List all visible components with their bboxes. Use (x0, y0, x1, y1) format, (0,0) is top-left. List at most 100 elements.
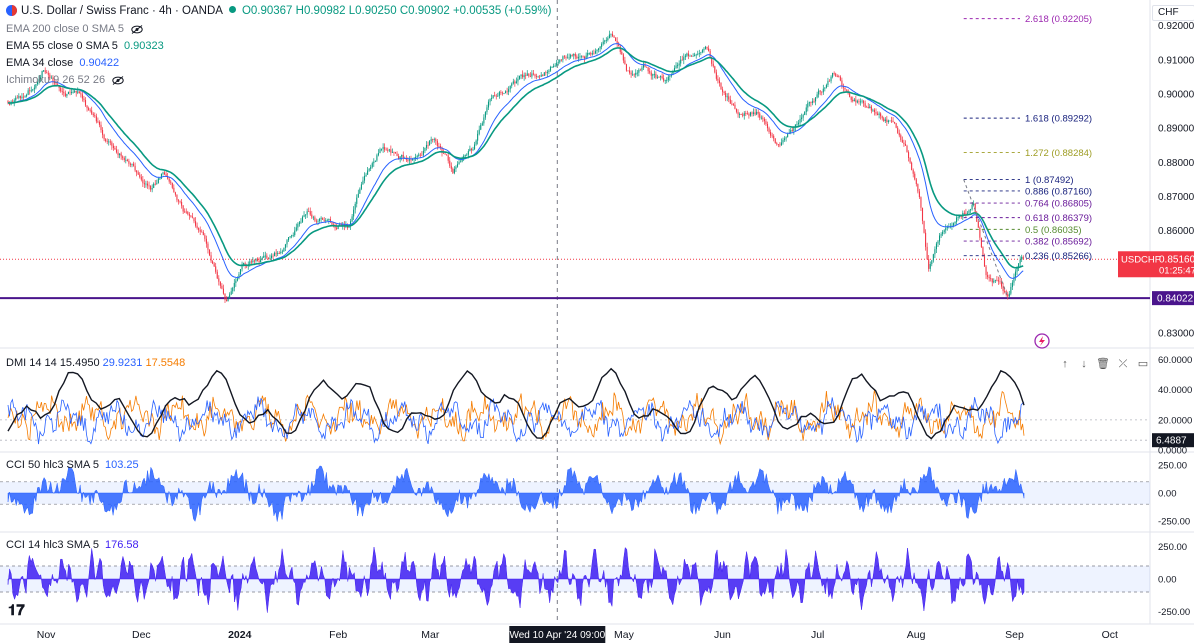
candle-body (779, 144, 781, 146)
candle-body (858, 101, 860, 103)
candle-body (604, 40, 606, 42)
candle-body (64, 93, 66, 96)
chart-canvas[interactable]: 0.92000 0.91000 0.90000 0.89000 0.88000 0.870… (0, 0, 1194, 643)
candle-body (765, 121, 767, 125)
candle-body (320, 217, 322, 219)
candle-body (729, 99, 731, 104)
delete-pane-icon[interactable]: 🗑 (1096, 357, 1110, 371)
candle-body (571, 55, 573, 56)
candle-body (370, 166, 372, 169)
candle-body (982, 247, 984, 257)
support-price-label: 0.84022 (1157, 294, 1194, 305)
dmi-legend[interactable]: DMI 14 14 15.4950 29.9231 17.5548 (6, 356, 185, 371)
candle-body (875, 112, 877, 114)
candle-body (312, 217, 314, 219)
candle-body (179, 201, 181, 203)
candle-body (212, 261, 214, 264)
candle-body (438, 145, 440, 147)
candle-body (512, 81, 514, 84)
candle-body (472, 149, 474, 151)
candle-body (281, 251, 283, 253)
legend-ema200[interactable]: EMA 200 close 0 SMA 5 (6, 22, 143, 37)
candle-body (514, 81, 516, 84)
candle-body (359, 188, 361, 194)
candle-body (591, 53, 593, 55)
candle-body (503, 93, 505, 94)
candle-body (106, 141, 108, 142)
candle-body (641, 67, 643, 71)
currency-selector[interactable]: CHF (1152, 5, 1194, 21)
candle-body (952, 223, 955, 226)
candle-body (526, 73, 528, 76)
candle-body (796, 124, 798, 125)
move-down-icon[interactable]: ↓ (1077, 357, 1091, 371)
legend-ema55[interactable]: EMA 55 close 0 SMA 5 0.90323 (6, 39, 164, 54)
cci14-tick-label: 250.00 (1158, 542, 1187, 553)
candle-body (828, 80, 831, 82)
candle-body (918, 191, 920, 198)
legend-ichimoku[interactable]: Ichimoku 9 26 52 26 (6, 73, 124, 88)
candle-body (298, 222, 300, 225)
candle-body (323, 219, 325, 221)
candle-body (84, 100, 87, 106)
candle-body (469, 148, 471, 152)
candle-body (621, 51, 623, 55)
candle-body (650, 72, 652, 76)
candle-body (446, 154, 448, 156)
hidden-eye-icon[interactable] (131, 24, 143, 34)
candle-body (213, 263, 215, 267)
fib-level-label: 0.886 (0.87160) (1025, 186, 1092, 197)
candle-body (983, 256, 986, 267)
collapse-pane-icon[interactable]: ⤫ (1116, 357, 1130, 371)
candle-body (365, 174, 367, 176)
cci50-legend[interactable]: CCI 50 hlc3 SMA 5 103.25 (6, 458, 139, 473)
maximize-pane-icon[interactable]: ▭ (1136, 357, 1150, 371)
candle-body (656, 76, 658, 78)
candle-body (306, 211, 308, 215)
candle-body (740, 114, 742, 115)
candle-body (573, 54, 575, 56)
candle-body (917, 184, 919, 192)
legend-ema34[interactable]: EMA 34 close 0.90422 (6, 56, 119, 71)
candle-body (376, 155, 378, 161)
candle-body (407, 159, 409, 161)
time-tick-label: Feb (329, 629, 347, 641)
candle-body (863, 100, 865, 104)
candle-body (968, 210, 970, 213)
dmi-plus-line (7, 396, 1025, 445)
candle-body (379, 149, 381, 154)
candle-body (458, 162, 460, 165)
candle-body (373, 161, 375, 164)
candle-body (666, 80, 668, 81)
candle-body (912, 169, 914, 174)
symbol-legend[interactable]: U.S. Dollar / Swiss Franc · 4h · OANDA O0… (6, 4, 551, 19)
candle-body (181, 201, 183, 206)
hidden-eye-icon[interactable] (112, 75, 124, 85)
candle-body (853, 99, 855, 102)
candle-body (267, 257, 269, 259)
candle-body (658, 76, 660, 78)
cci14-legend[interactable]: CCI 14 hlc3 SMA 5 176.58 (6, 538, 139, 553)
candle-body (774, 138, 776, 144)
candle-body (363, 175, 366, 181)
candle-body (432, 139, 434, 141)
candle-body (988, 276, 990, 279)
candle-body (684, 55, 686, 58)
time-tick-label: Dec (132, 629, 151, 641)
move-up-icon[interactable]: ↑ (1058, 357, 1072, 371)
symbol-title: U.S. Dollar / Swiss Franc · 4h · OANDA (21, 5, 223, 17)
candle-body (187, 211, 189, 215)
candle-body (625, 64, 627, 71)
candle-body (723, 91, 725, 93)
indicator-label: Ichimoku 9 26 52 26 (6, 74, 106, 86)
candle-body (125, 159, 127, 161)
candle-body (766, 124, 769, 129)
candle-body (264, 255, 266, 257)
candle-body (921, 207, 924, 221)
candle-body (849, 93, 851, 97)
candle-body (852, 99, 854, 102)
candle-body (956, 217, 958, 222)
candle-body (616, 41, 618, 44)
candle-body (663, 78, 665, 81)
candle-body (689, 55, 691, 57)
